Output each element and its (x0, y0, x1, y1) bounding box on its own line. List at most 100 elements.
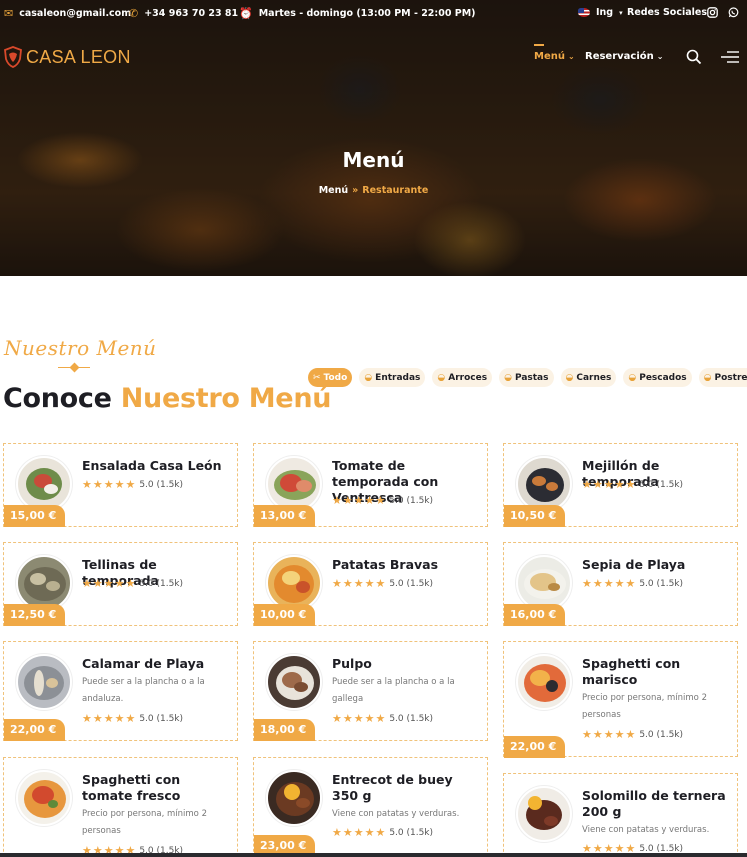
menu-card[interactable]: Mejillón de temporada ★★★★★ 5.0 (1.5k) 10… (503, 443, 738, 527)
menu-card[interactable]: Spaghetti con tomate fresco Precio por p… (3, 757, 238, 857)
star-icons: ★★★★★ (582, 577, 637, 590)
dish-price: 10,00 € (254, 604, 316, 626)
breadcrumb: Menú » Restaurante (0, 185, 747, 196)
dish-name: Pulpo (332, 656, 372, 671)
section-subtitle: Nuestro Menú (4, 336, 157, 360)
filter-pastas[interactable]: ◒ Pastas (499, 368, 554, 387)
dish-image (16, 654, 72, 710)
social-label: Redes Sociales (627, 7, 707, 18)
lion-shield-icon (4, 46, 22, 68)
dish-image (16, 770, 72, 826)
email-link[interactable]: ✉ casaleon@gmail.com (4, 7, 131, 20)
dish-description: Precio por persona, mínimo 2 personas (82, 809, 207, 836)
double-chevron-icon: » (352, 185, 359, 196)
top-bar: ✉ casaleon@gmail.com ✆ +34 963 70 23 81 … (0, 0, 747, 28)
email-text: casaleon@gmail.com (19, 8, 132, 19)
menu-card[interactable]: Entrecot de buey 350 g Viene con patatas… (253, 757, 488, 857)
menu-card[interactable]: Spaghetti con marisco Precio por persona… (503, 641, 738, 758)
dish-price: 16,00 € (504, 604, 566, 626)
phone-text: +34 963 70 23 81 (144, 8, 239, 19)
dish-rating: ★★★★★ 5.0 (1.5k) (582, 728, 684, 741)
dish-price: 15,00 € (4, 505, 66, 527)
dish-name: Entrecot de buey 350 g (332, 772, 453, 803)
phone-link[interactable]: ✆ +34 963 70 23 81 (129, 7, 238, 20)
filter-postres[interactable]: ◒Postres (698, 368, 747, 387)
dish-name: Patatas Bravas (332, 557, 439, 572)
menu-card[interactable]: Sepia de Playa ★★★★★ 5.0 (1.5k) 16,00 € (503, 542, 738, 626)
star-icons: ★★★★★ (582, 478, 637, 491)
star-icons: ★★★★★ (82, 478, 137, 491)
dish-icon: ◒ (703, 372, 712, 383)
dish-image (16, 456, 72, 512)
dish-price: 18,00 € (254, 719, 316, 741)
dish-name: Calamar de Playa (82, 656, 205, 671)
filter-entradas[interactable]: ◒ Entradas (359, 368, 426, 387)
dish-rating: ★★★★★ 5.0 (1.5k) (582, 478, 684, 491)
nav-menu[interactable]: Menú ⌄ (534, 44, 575, 62)
dish-icon: ◒ (364, 372, 373, 383)
breadcrumb-home[interactable]: Menú (319, 185, 348, 196)
menu-card[interactable]: Tellinas de temporada ★★★★★ 5.0 (1.5k) 12… (3, 542, 238, 626)
dish-image (266, 456, 322, 512)
dish-description: Viene con patatas y verduras. (582, 825, 710, 835)
dish-icon: ◒ (628, 372, 637, 383)
dish-price: 13,00 € (254, 505, 316, 527)
star-icons: ★★★★★ (82, 577, 137, 590)
dish-image (16, 555, 72, 611)
dish-price: 22,00 € (504, 736, 566, 758)
menu-card[interactable]: Patatas Bravas ★★★★★ 5.0 (1.5k) 10,00 € (253, 542, 488, 626)
filter-todo[interactable]: ✂ Todo (308, 368, 353, 387)
menu-card[interactable]: Tomate de temporada con Ventresca ★★★★★ 5… (253, 443, 488, 527)
menu-card[interactable]: Pulpo Puede ser a la plancha o a la gall… (253, 641, 488, 741)
dish-rating: ★★★★★ 5.0 (1.5k) (582, 577, 684, 590)
dish-image (266, 654, 322, 710)
caret-down-icon: ▾ (619, 8, 623, 17)
dish-icon: ◒ (565, 372, 574, 383)
dish-image (516, 786, 572, 842)
dish-name: Ensalada Casa León (82, 458, 222, 473)
whatsapp-icon[interactable] (728, 7, 739, 18)
dish-image (516, 555, 572, 611)
dish-rating: ★★★★★ 5.0 (1.5k) (82, 577, 184, 590)
logo-text: CASA LEON (26, 46, 131, 67)
hours-info: ⏰ Martes - domingo (13:00 PM - 22:00 PM) (239, 7, 476, 20)
menu-card[interactable]: Calamar de Playa Puede ser a la plancha … (3, 641, 238, 741)
filter-pescados[interactable]: ◒ Pescados (623, 368, 692, 387)
page-title: Menú (342, 148, 405, 172)
dish-description: Precio por persona, mínimo 2 personas (582, 693, 707, 720)
nav-reservation-label: Reservación (585, 51, 654, 62)
dish-name: Solomillo de ternera 200 g (582, 788, 726, 819)
dish-name: Sepia de Playa (582, 557, 686, 572)
instagram-icon[interactable] (707, 7, 718, 18)
dish-price: 12,50 € (4, 604, 66, 626)
filter-arroces[interactable]: ◒ Arroces (432, 368, 493, 387)
section-heading: Conoce Nuestro Menú (3, 383, 332, 414)
category-filters: ✂ Todo ◒ Entradas ◒ Arroces ◒ Pastas ◒ Carnes… (308, 368, 747, 387)
filter-carnes[interactable]: ◒ Carnes (560, 368, 617, 387)
language-select[interactable]: Ing ▾ (578, 7, 623, 18)
chevron-down-icon: ⌄ (567, 52, 575, 61)
dish-name: Spaghetti con marisco (582, 656, 681, 687)
dish-icon: ◒ (437, 372, 446, 383)
star-icons: ★★★★★ (82, 712, 137, 725)
dish-name: Spaghetti con tomate fresco (82, 772, 181, 803)
main-navbar: CASA LEON Menú ⌄ Reservación ⌄ (0, 36, 747, 82)
menu-card[interactable]: Ensalada Casa León ★★★★★ 5.0 (1.5k) 15,00… (3, 443, 238, 527)
dish-rating: ★★★★★ 5.0 (1.5k) (332, 712, 434, 725)
star-icons: ★★★★★ (332, 826, 387, 839)
dish-image (266, 770, 322, 826)
menu-card[interactable]: Solomillo de ternera 200 g Viene con pat… (503, 773, 738, 857)
bottom-edge-bar (0, 853, 747, 857)
dish-description: Puede ser a la plancha o a la andaluza. (82, 677, 205, 704)
nav-menu-label: Menú (534, 51, 565, 62)
menu-icon[interactable] (721, 51, 739, 63)
dish-image (266, 555, 322, 611)
dish-icon: ◒ (504, 372, 512, 383)
logo[interactable]: CASA LEON (3, 46, 131, 68)
mail-icon: ✉ (4, 7, 14, 20)
star-icons: ★★★★★ (332, 494, 387, 507)
nav-reservation[interactable]: Reservación ⌄ (585, 51, 663, 62)
cutlery-icon: ✂ (313, 372, 321, 383)
search-icon[interactable] (686, 49, 702, 65)
dish-description: Viene con patatas y verduras. (332, 809, 460, 819)
